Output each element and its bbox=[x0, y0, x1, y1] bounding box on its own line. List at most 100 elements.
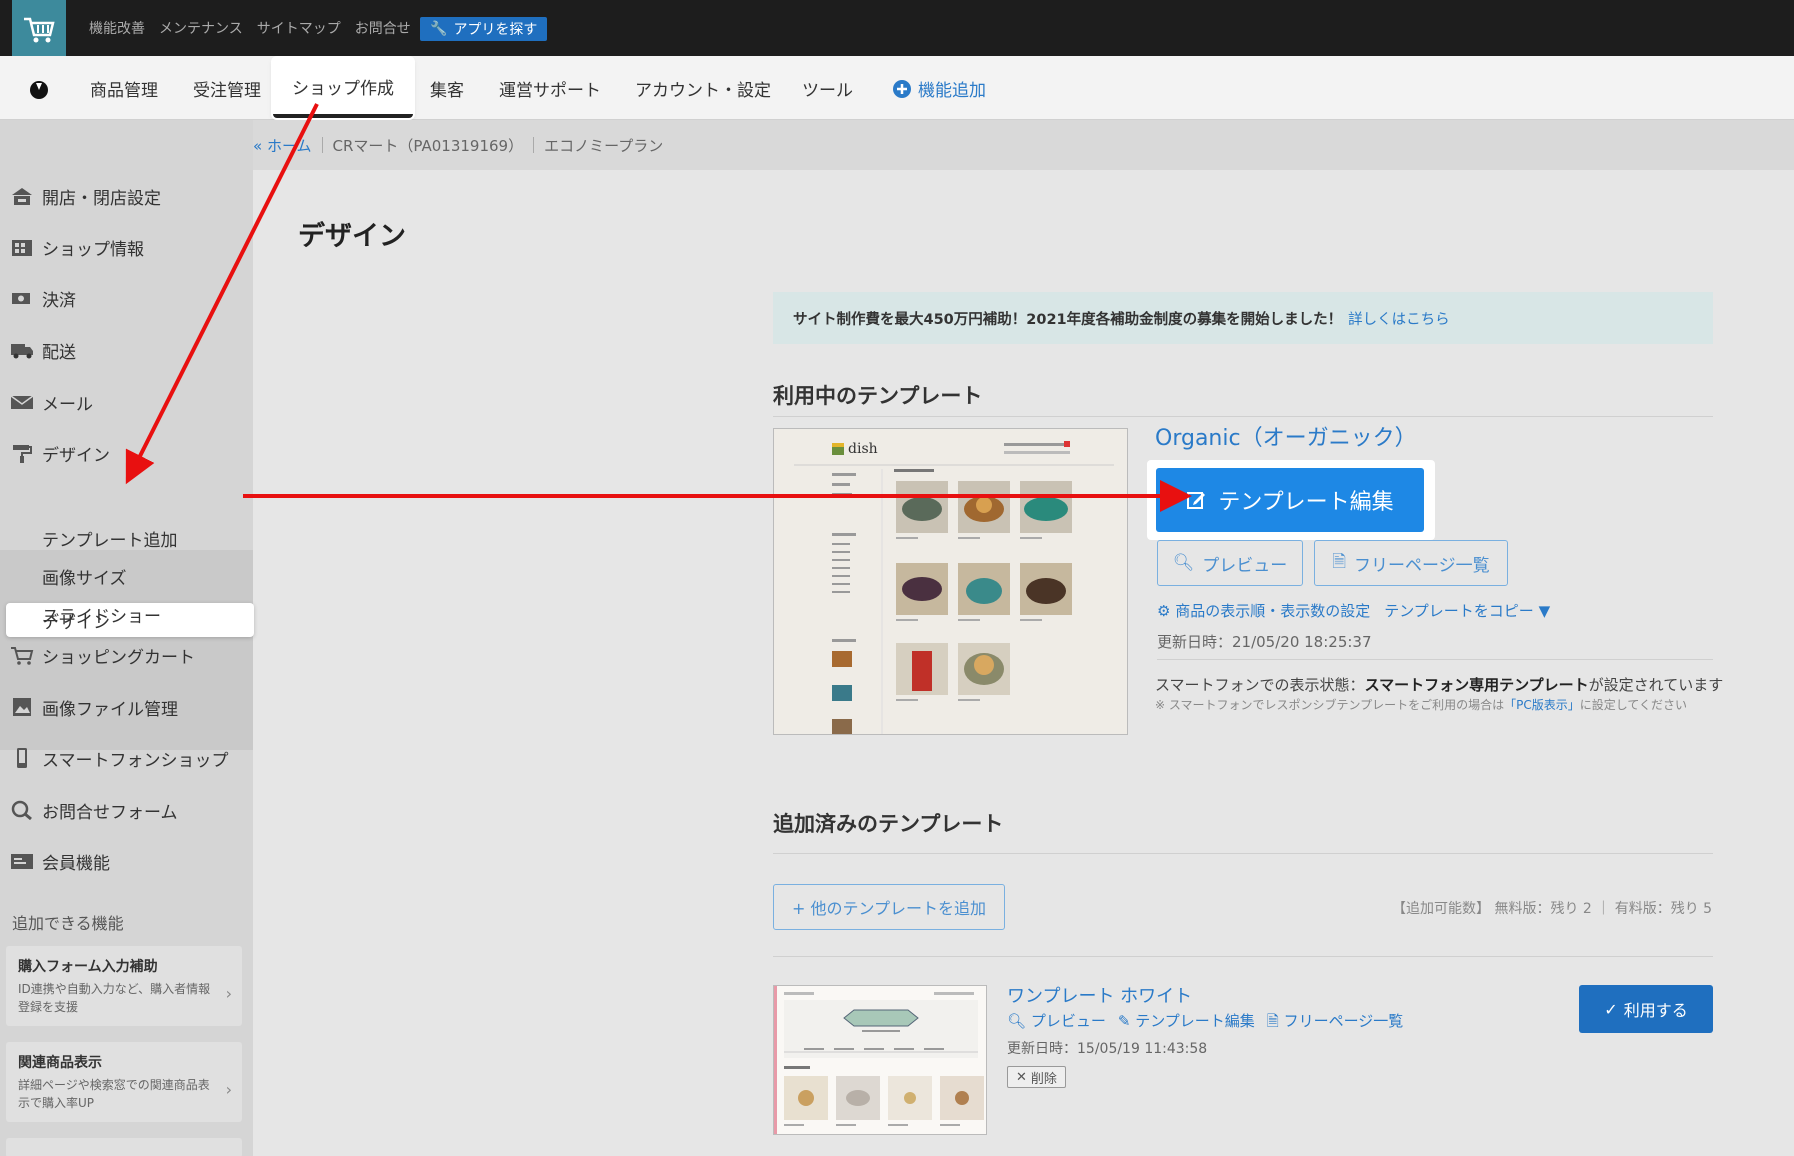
sidebar-sub-image-size[interactable]: 画像サイズ bbox=[42, 564, 127, 589]
feature-desc: ID連携や自動入力など、購入者情報登録を支援 bbox=[18, 982, 211, 1014]
top-links: 機能改善 メンテナンス サイトマップ お問合せ bbox=[89, 18, 411, 38]
find-apps-button[interactable]: 🔧 アプリを探す bbox=[420, 17, 548, 41]
nav-account-settings[interactable]: アカウント・設定 bbox=[635, 76, 771, 101]
divider bbox=[1157, 659, 1713, 660]
feature-card-purchase-form[interactable]: 購入フォーム入力補助 ID連携や自動入力など、購入者情報登録を支援 › bbox=[6, 946, 242, 1026]
chevron-right-icon: › bbox=[225, 1080, 232, 1099]
sidebar-item-mail[interactable]: メール bbox=[10, 387, 93, 417]
sidebar-sub-template-add[interactable]: テンプレート追加 bbox=[42, 526, 178, 551]
sidebar-item-design[interactable]: デザイン bbox=[10, 438, 110, 468]
sidebar-item-contact-form[interactable]: お問合せフォーム bbox=[10, 795, 178, 825]
chevron-right-icon: › bbox=[225, 984, 232, 1003]
breadcrumb-plan: エコノミープラン bbox=[544, 136, 664, 155]
template-preview-image bbox=[774, 986, 986, 1134]
sidebar-item-open-close[interactable]: 開店・閉店設定 bbox=[10, 181, 161, 211]
divider bbox=[773, 956, 1713, 957]
nav-support[interactable]: 運営サポート bbox=[499, 76, 601, 101]
current-template-heading: 利用中のテンプレート bbox=[773, 384, 983, 408]
cart-icon bbox=[10, 645, 34, 665]
nav-tools[interactable]: ツール bbox=[802, 76, 853, 101]
plus-circle-icon bbox=[893, 79, 911, 98]
sidebar-item-shop-info[interactable]: ショップ情報 bbox=[10, 232, 144, 262]
envelope-icon bbox=[10, 392, 34, 412]
nav-products[interactable]: 商品管理 bbox=[90, 76, 158, 101]
top-bar: 機能改善 メンテナンス サイトマップ お問合せ 🔧 アプリを探す bbox=[0, 0, 1794, 60]
template-links: ⚙ 商品の表示順・表示数の設定 テンプレートをコピー ▼ bbox=[1157, 600, 1550, 621]
notice-details-link[interactable]: 詳しくはこちら bbox=[1348, 308, 1450, 329]
sidebar: 開店・閉店設定 ショップ情報 決済 配送 メール デザイン デザイン テンプレー… bbox=[0, 120, 254, 1156]
added-template-name[interactable]: ワンプレート ホワイト bbox=[1007, 982, 1192, 1008]
check-icon: ✓ bbox=[1604, 999, 1618, 1019]
current-updated-at: 更新日時：21/05/20 18:25:37 bbox=[1157, 633, 1372, 651]
paint-roller-icon bbox=[10, 443, 34, 463]
add-template-button[interactable]: + 他のテンプレートを追加 bbox=[773, 884, 1005, 930]
image-file-icon bbox=[10, 697, 34, 717]
nav-marketing[interactable]: 集客 bbox=[430, 76, 464, 101]
smartphone-note: ※ スマートフォンでレスポンシブテンプレートをご利用の場合は「PC版表示」に設定… bbox=[1155, 698, 1688, 712]
remaining-count: 【追加可能数】 無料版：残り 2 ｜ 有料版：残り 5 bbox=[1392, 901, 1713, 917]
feature-title: 購入フォーム入力補助 bbox=[18, 959, 158, 975]
divider bbox=[773, 853, 1713, 854]
top-link-sitemap[interactable]: サイトマップ bbox=[257, 18, 341, 38]
delete-template-button[interactable]: ✕ 削除 bbox=[1007, 1066, 1066, 1088]
breadcrumb-shop: CRマート（PA01319169） bbox=[332, 136, 524, 155]
notice-text: サイト制作費を最大450万円補助！2021年度各補助金制度の募集を開始しました！ bbox=[793, 311, 1343, 328]
wrench-icon: 🔧 bbox=[430, 21, 448, 37]
added-edit-link[interactable]: ✎ テンプレート編集 bbox=[1118, 1010, 1255, 1036]
sidebar-sub-slideshow[interactable]: スライドショー bbox=[42, 602, 161, 627]
free-pages-button[interactable]: 🗎 フリーページ一覧 bbox=[1314, 540, 1508, 586]
top-link-contact[interactable]: お問合せ bbox=[355, 18, 411, 38]
nav-shop-build[interactable]: ショップ作成 bbox=[273, 58, 413, 118]
divider bbox=[773, 416, 1713, 417]
sidebar-item-shopping-cart[interactable]: ショッピングカート bbox=[10, 640, 195, 670]
edit-icon bbox=[1187, 492, 1206, 509]
sidebar-item-image-files[interactable]: 画像ファイル管理 bbox=[10, 692, 178, 722]
document-icon: 🗎 bbox=[1332, 551, 1346, 572]
document-icon: 🗎 bbox=[1266, 1012, 1279, 1030]
feature-card-next[interactable] bbox=[6, 1138, 242, 1156]
added-templates-heading: 追加済みのテンプレート bbox=[773, 812, 1004, 836]
feature-title: 関連商品表示 bbox=[18, 1055, 102, 1071]
breadcrumb: « ホーム CRマート（PA01319169） エコノミープラン bbox=[253, 120, 1794, 170]
home-logo-icon[interactable] bbox=[28, 78, 50, 100]
shop-building-icon bbox=[10, 237, 34, 257]
added-template-thumbnail[interactable] bbox=[773, 985, 987, 1135]
top-link-improvements[interactable]: 機能改善 bbox=[89, 18, 145, 38]
subsidy-notice: サイト制作費を最大450万円補助！2021年度各補助金制度の募集を開始しました！… bbox=[773, 292, 1713, 344]
added-updated-at: 更新日時：15/05/19 11:43:58 bbox=[1007, 1041, 1208, 1057]
sidebar-item-smartphone-shop[interactable]: スマートフォンショップ bbox=[10, 743, 229, 773]
use-template-button[interactable]: ✓ 利用する bbox=[1579, 985, 1713, 1033]
sidebar-item-members[interactable]: 会員機能 bbox=[10, 846, 110, 876]
smartphone-display-status: スマートフォンでの表示状態：スマートフォン専用テンプレートが設定されています bbox=[1155, 676, 1724, 694]
pc-display-link[interactable]: 「PC版表示」 bbox=[1504, 698, 1580, 712]
feature-card-related-products[interactable]: 関連商品表示 詳細ページや検索窓での関連商品表示で購入率UP › bbox=[6, 1042, 242, 1122]
template-preview-image: dish bbox=[774, 429, 1127, 734]
current-template-name[interactable]: Organic（オーガニック） bbox=[1155, 420, 1417, 452]
store-icon bbox=[10, 186, 34, 206]
preview-button[interactable]: 🔍︎ プレビュー bbox=[1157, 540, 1303, 586]
search-icon: 🔍︎ bbox=[1007, 1012, 1027, 1030]
close-icon: ✕ bbox=[1016, 1069, 1027, 1085]
payment-card-icon bbox=[10, 288, 34, 308]
feature-desc: 詳細ページや検索窓での関連商品表示で購入率UP bbox=[18, 1078, 210, 1110]
nav-add-feature[interactable]: 機能追加 bbox=[892, 76, 986, 101]
added-template-links: 🔍︎ プレビュー ✎ テンプレート編集 🗎 フリーページ一覧 bbox=[1007, 1010, 1403, 1036]
cart-icon bbox=[24, 17, 55, 43]
shop-cart-logo[interactable] bbox=[12, 0, 66, 60]
template-edit-button[interactable]: テンプレート編集 bbox=[1156, 468, 1424, 532]
current-template-thumbnail[interactable]: dish bbox=[773, 428, 1128, 735]
product-order-setting-link[interactable]: ⚙ 商品の表示順・表示数の設定 bbox=[1157, 600, 1370, 621]
sidebar-item-shipping[interactable]: 配送 bbox=[10, 335, 76, 365]
search-mail-icon bbox=[10, 800, 34, 820]
edit-icon: ✎ bbox=[1117, 1012, 1131, 1030]
nav-orders[interactable]: 受注管理 bbox=[193, 76, 261, 101]
added-preview-link[interactable]: 🔍︎ プレビュー bbox=[1007, 1010, 1106, 1036]
added-free-pages-link[interactable]: 🗎 フリーページ一覧 bbox=[1267, 1010, 1404, 1036]
breadcrumb-home[interactable]: « ホーム bbox=[253, 135, 322, 156]
main-nav: 商品管理 受注管理 ショップ作成 集客 運営サポート アカウント・設定 ツール … bbox=[0, 56, 1794, 120]
member-card-icon bbox=[10, 851, 34, 871]
smartphone-icon bbox=[10, 748, 34, 768]
copy-template-link[interactable]: テンプレートをコピー ▼ bbox=[1384, 600, 1550, 621]
sidebar-item-payment[interactable]: 決済 bbox=[10, 283, 76, 313]
top-link-maintenance[interactable]: メンテナンス bbox=[159, 18, 243, 38]
